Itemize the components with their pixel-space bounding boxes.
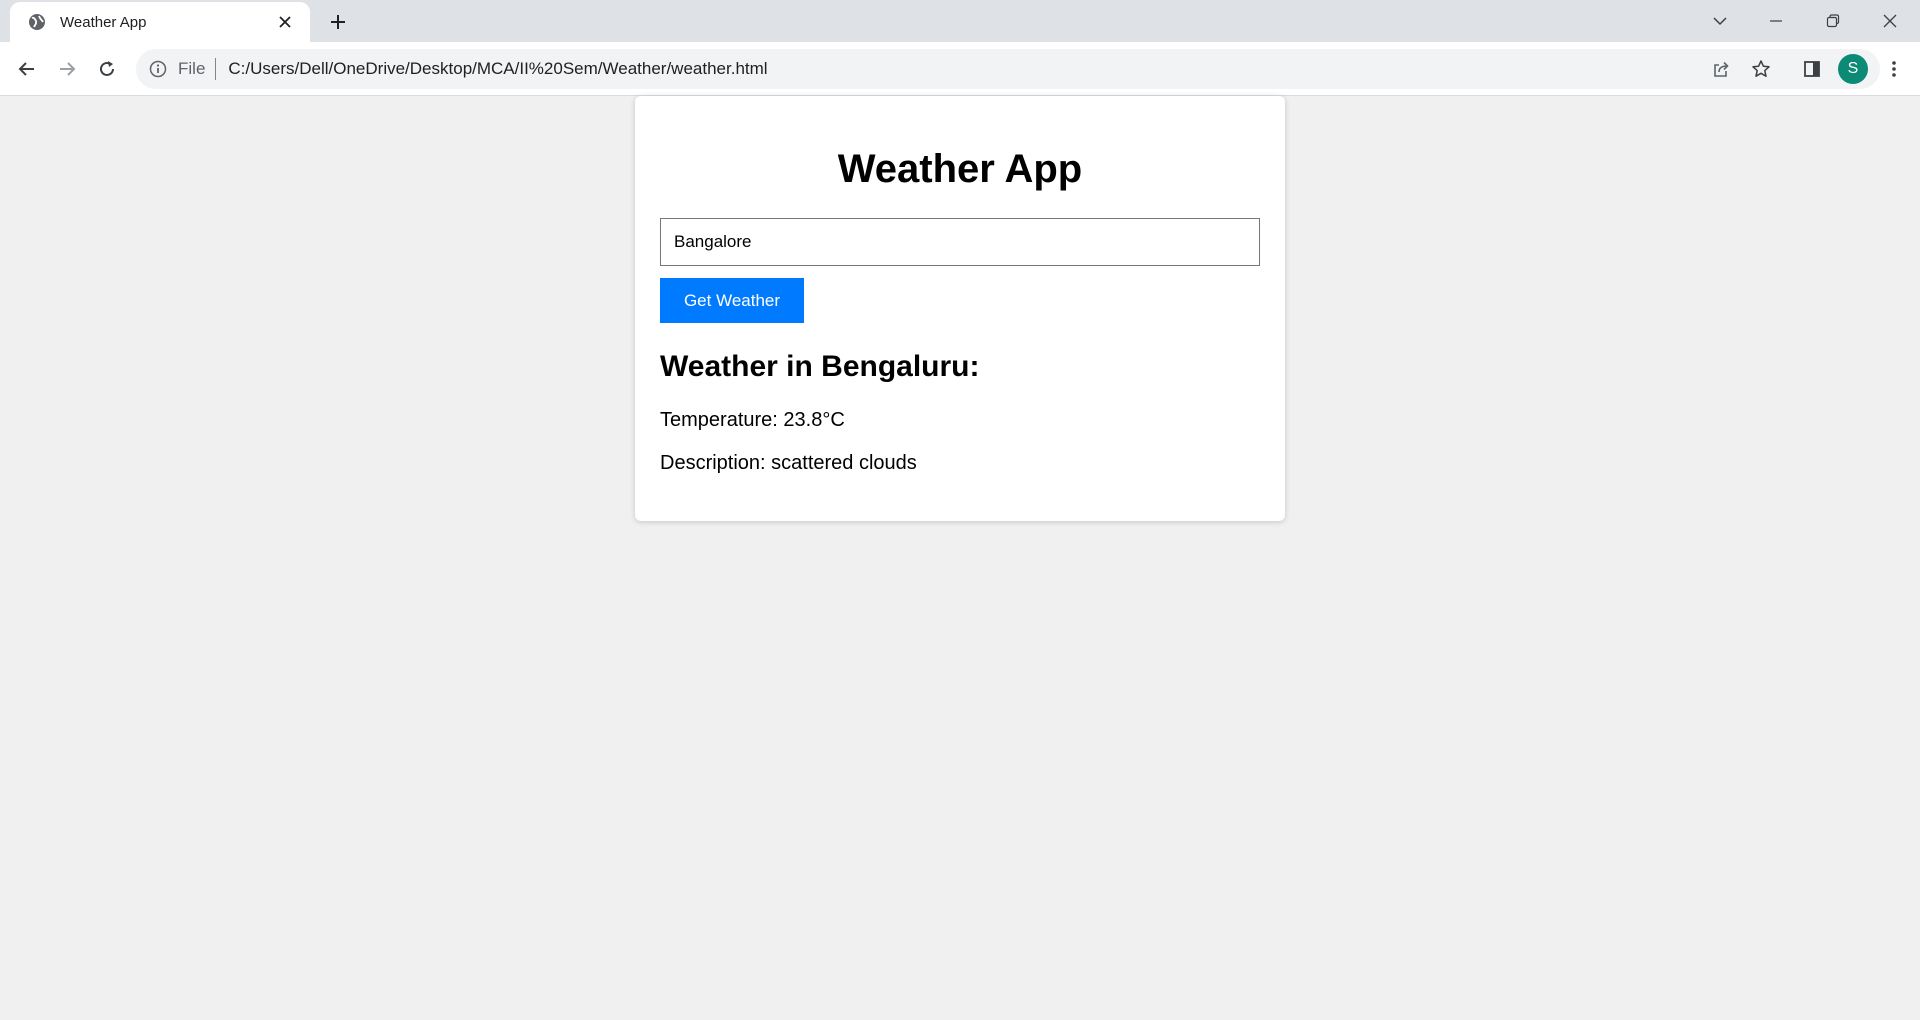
restore-icon[interactable] xyxy=(1813,6,1853,36)
globe-icon xyxy=(26,11,48,33)
browser-toolbar: File C:/Users/Dell/OneDrive/Desktop/MCA/… xyxy=(0,42,1920,96)
reload-icon[interactable] xyxy=(92,54,122,84)
share-icon[interactable] xyxy=(1706,54,1736,84)
url-scheme: File xyxy=(178,59,206,78)
url-text[interactable]: C:/Users/Dell/OneDrive/Desktop/MCA/II%20… xyxy=(228,59,767,79)
bookmark-star-icon[interactable] xyxy=(1746,54,1776,84)
temperature-text: Temperature: 23.8°C xyxy=(660,409,845,431)
minimize-icon[interactable] xyxy=(1756,6,1796,36)
result-heading: Weather in Bengaluru: xyxy=(660,350,980,383)
weather-card: Weather App Get Weather Weather in Benga… xyxy=(635,96,1285,521)
kebab-menu-icon[interactable] xyxy=(1879,54,1909,84)
description-text: Description: scattered clouds xyxy=(660,452,917,474)
get-weather-button[interactable]: Get Weather xyxy=(660,278,804,323)
close-tab-icon[interactable] xyxy=(274,11,296,33)
city-input[interactable] xyxy=(660,218,1260,266)
side-panel-icon[interactable] xyxy=(1797,54,1827,84)
back-arrow-icon[interactable] xyxy=(12,54,42,84)
close-window-icon[interactable] xyxy=(1870,6,1910,36)
forward-arrow-icon[interactable] xyxy=(52,54,82,84)
tab-strip: Weather App xyxy=(0,0,1920,42)
info-icon[interactable] xyxy=(148,59,168,79)
scheme-divider xyxy=(215,58,217,80)
profile-avatar[interactable]: S xyxy=(1838,54,1868,84)
tab-search-icon[interactable] xyxy=(1700,6,1740,36)
address-bar[interactable]: File C:/Users/Dell/OneDrive/Desktop/MCA/… xyxy=(136,49,1880,89)
tab-title: Weather App xyxy=(60,13,147,31)
new-tab-icon[interactable] xyxy=(324,8,352,36)
page-title: Weather App xyxy=(837,147,1083,191)
browser-tab[interactable]: Weather App xyxy=(10,2,310,42)
